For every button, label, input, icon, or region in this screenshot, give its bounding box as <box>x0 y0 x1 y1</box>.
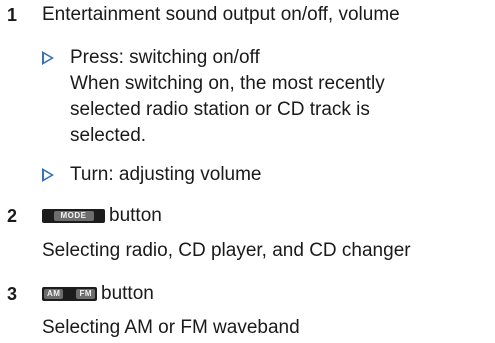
item-1-bullet-1-line-2: When switching on, the most recently <box>70 73 385 94</box>
am-button-image-label: AM <box>44 289 64 299</box>
bullet-arrow-icon <box>42 51 54 65</box>
fm-button-image-label: FM <box>76 289 95 299</box>
item-1-bullet-1-line-4: selected. <box>70 125 147 146</box>
item-2-title-suffix: button <box>109 205 162 226</box>
manual-page: 1 Entertainment sound output on/off, vol… <box>0 0 495 343</box>
item-1-number: 1 <box>7 5 18 25</box>
item-3-title-suffix: button <box>101 283 154 304</box>
mode-button-image: MODE <box>42 209 105 223</box>
item-3-number: 3 <box>7 284 18 304</box>
item-1-bullet-1-line-1: Press: switching on/off <box>70 47 260 68</box>
mode-button-image-label: MODE <box>53 211 94 221</box>
item-2-description: Selecting radio, CD player, and CD chang… <box>42 240 411 261</box>
item-2-number: 2 <box>7 206 18 226</box>
am-fm-button-image: AM FM <box>42 287 97 301</box>
item-3-description: Selecting AM or FM waveband <box>42 317 300 338</box>
item-1-bullet-1-line-3: selected radio station or CD track is <box>70 99 370 120</box>
item-1-title: Entertainment sound output on/off, volum… <box>42 4 400 25</box>
bullet-arrow-icon <box>42 168 54 182</box>
item-1-bullet-2-line-1: Turn: adjusting volume <box>70 164 262 185</box>
